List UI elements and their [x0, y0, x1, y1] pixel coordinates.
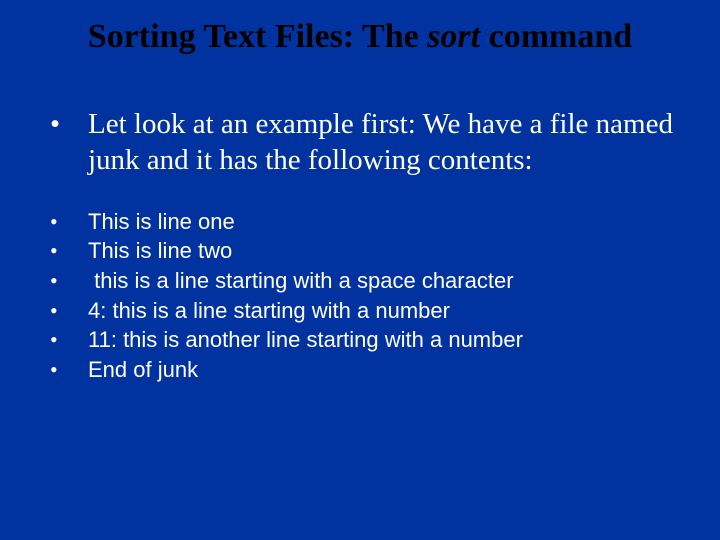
bullet-dot: •	[50, 207, 88, 237]
line-text: 11: this is another line starting with a…	[88, 325, 523, 355]
slide-title: Sorting Text Files: The sort command	[40, 18, 680, 56]
title-part2: command	[480, 18, 632, 55]
bullet-dot: •	[50, 355, 88, 385]
bullet-dot: •	[50, 266, 88, 296]
line-text: 4: this is a line starting with a number	[88, 296, 450, 326]
list-item: • 11: this is another line starting with…	[50, 325, 680, 355]
line-text: This is line one	[88, 207, 235, 237]
slide: Sorting Text Files: The sort command • L…	[0, 0, 720, 540]
file-contents-list: • This is line one • This is line two • …	[40, 207, 680, 385]
bullet-dot: •	[50, 296, 88, 326]
bullet-dot: •	[50, 106, 88, 179]
line-text: This is line two	[88, 236, 232, 266]
line-text: this is a line starting with a space cha…	[88, 266, 514, 296]
title-part1: Sorting Text Files: The	[88, 18, 427, 55]
list-item: • This is line two	[50, 236, 680, 266]
main-bullet-text: Let look at an example first: We have a …	[88, 106, 680, 179]
bullet-dot: •	[50, 325, 88, 355]
line-text: End of junk	[88, 355, 198, 385]
list-item: • End of junk	[50, 355, 680, 385]
bullet-dot: •	[50, 236, 88, 266]
list-item: • 4: this is a line starting with a numb…	[50, 296, 680, 326]
main-bullet: • Let look at an example first: We have …	[40, 106, 680, 179]
list-item: • this is a line starting with a space c…	[50, 266, 680, 296]
list-item: • This is line one	[50, 207, 680, 237]
title-italic: sort	[427, 18, 480, 55]
